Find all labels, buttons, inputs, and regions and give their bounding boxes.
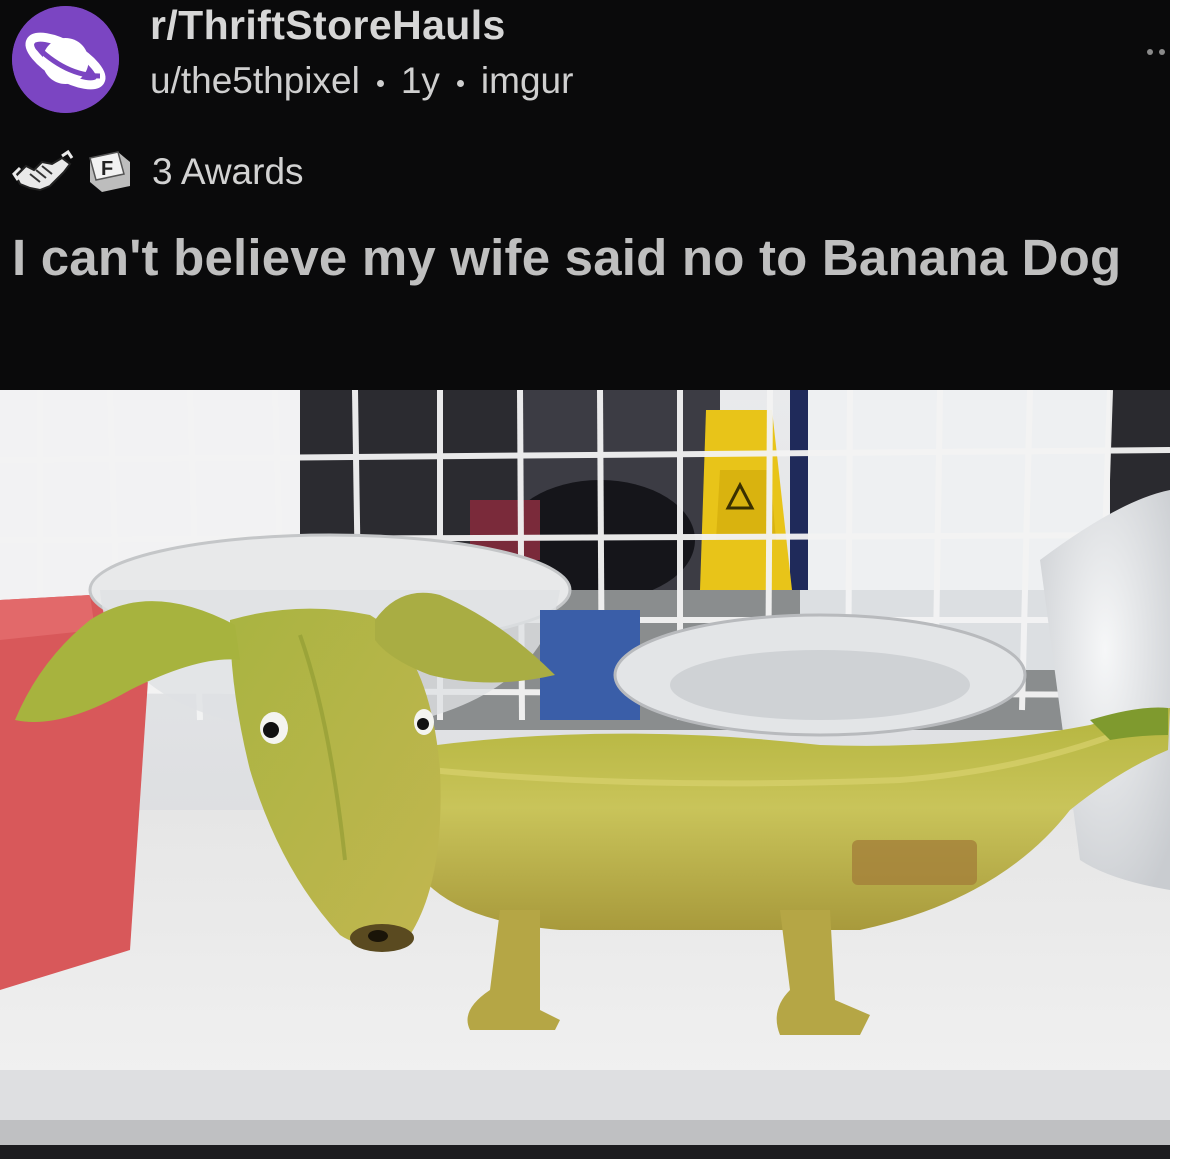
awards-count: 3 Awards (152, 151, 304, 192)
subreddit-avatar[interactable] (12, 6, 119, 113)
awards-row[interactable]: F 3 Awards (12, 142, 304, 202)
post-image[interactable] (0, 390, 1170, 1159)
banana-dog-photo (0, 390, 1170, 1159)
press-f-award-icon: F (89, 151, 130, 192)
post-meta: u/the5thpixel 1y imgur (150, 60, 573, 102)
post-age: 1y (400, 60, 440, 101)
handshake-award-icon (12, 149, 74, 192)
post-header: r/ThriftStoreHauls u/the5thpixel 1y imgu… (0, 0, 1170, 390)
reddit-post-card[interactable]: r/ThriftStoreHauls u/the5thpixel 1y imgu… (0, 0, 1170, 1159)
post-title[interactable]: I can't believe my wife said no to Banan… (12, 222, 1162, 293)
separator-dot (376, 79, 384, 87)
more-options-icon[interactable] (1147, 47, 1170, 57)
screenshot-frame: r/ThriftStoreHauls u/the5thpixel 1y imgu… (0, 0, 1179, 1159)
award-letter: F (101, 158, 113, 180)
separator-dot (456, 79, 464, 87)
author-link[interactable]: u/the5thpixel (150, 60, 360, 102)
planet-icon (12, 6, 119, 113)
post-source-domain[interactable]: imgur (481, 60, 574, 102)
subreddit-name[interactable]: r/ThriftStoreHauls (150, 2, 506, 49)
